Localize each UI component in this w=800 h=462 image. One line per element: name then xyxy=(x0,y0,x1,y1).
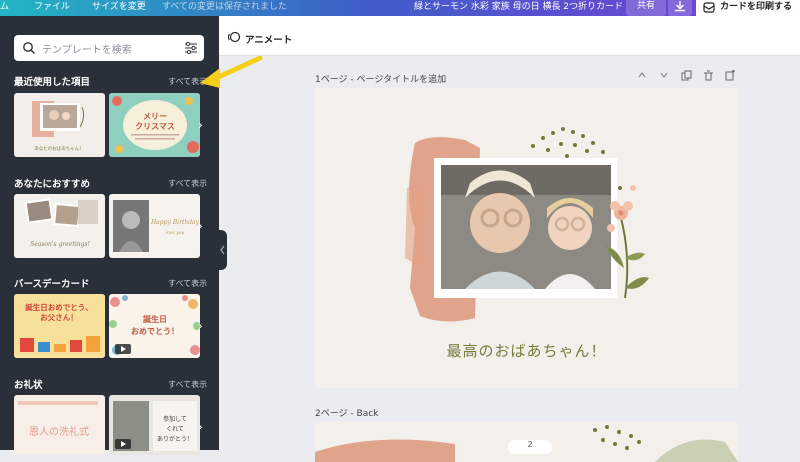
scroll-right-birthday[interactable]: › xyxy=(198,319,210,333)
move-down-icon[interactable] xyxy=(659,70,669,83)
svg-text:くれて: くれて xyxy=(166,426,184,433)
see-all-birthday-link[interactable]: すべて表示 xyxy=(168,278,207,289)
animate-label: アニメート xyxy=(245,35,293,46)
file-menu[interactable]: ファイル xyxy=(34,0,70,16)
svg-text:おめでとう！: おめでとう！ xyxy=(131,327,179,336)
template-preview: 参加して くれて ありがとう！ xyxy=(113,401,197,451)
template-thumb-rec-2[interactable]: Happy Birthday love you xyxy=(109,194,200,258)
see-all-thanks-link[interactable]: すべて表示 xyxy=(168,379,207,390)
page-indicator[interactable]: 2 xyxy=(508,440,552,454)
top-toolbar: ム ファイル サイズを変更 すべての変更は保存されました 緑とサーモン 水彩 家… xyxy=(0,0,800,19)
share-button[interactable]: 共有 xyxy=(626,0,666,16)
svg-text:ありがとう！: ありがとう！ xyxy=(157,435,193,443)
add-page-icon[interactable] xyxy=(725,69,736,84)
card-message[interactable]: 最高のおばあちゃん！ xyxy=(315,340,738,361)
section-title-recommended: あなたにおすすめ xyxy=(14,179,91,190)
scroll-right-recent[interactable]: › xyxy=(198,118,210,132)
document-title[interactable]: 緑とサーモン 水彩 家族 母の日 横長 2つ折りカード xyxy=(414,0,623,16)
thumb-text: Happy Birthday xyxy=(150,219,200,226)
template-thumb-recent-1[interactable]: あなたのおばあちゃん！ xyxy=(14,93,105,157)
section-title-thanks: お礼状 xyxy=(14,380,43,391)
animate-button[interactable]: アニメート xyxy=(227,31,293,46)
card-page-1[interactable]: 最高のおばあちゃん！ xyxy=(315,88,738,388)
resize-menu[interactable]: サイズを変更 xyxy=(92,0,146,16)
template-preview: Season's greetings! xyxy=(24,198,98,248)
print-card-label: カードを印刷する xyxy=(720,2,793,12)
thumb-text: 恩人の洗礼式 xyxy=(29,425,89,438)
template-thumb-bday-2[interactable]: 誕生日 おめでとう！ xyxy=(109,294,200,358)
search-placeholder: テンプレートを検索 xyxy=(42,45,132,56)
scroll-right-thanks[interactable]: › xyxy=(198,420,210,434)
chevron-left-icon xyxy=(220,245,225,255)
see-all-recommended-link[interactable]: すべて表示 xyxy=(168,178,207,189)
annotation-arrow xyxy=(200,55,263,88)
template-preview: Happy Birthday love you xyxy=(113,200,200,252)
thumb-text: Season's greetings! xyxy=(30,241,90,248)
save-status: すべての変更は保存されました xyxy=(162,2,288,12)
print-icon xyxy=(703,2,715,13)
svg-text:メリー: メリー xyxy=(143,112,167,121)
template-search-input[interactable]: テンプレートを検索 xyxy=(14,35,204,61)
template-sidebar: テンプレートを検索 最近使用した項目 すべて表示 あなたのおばあちゃん！ メリー xyxy=(0,16,219,455)
scroll-right-recommended[interactable]: › xyxy=(198,219,210,233)
download-icon xyxy=(675,1,685,12)
page2-title[interactable]: 2ページ - Back xyxy=(315,406,378,419)
svg-text:love you: love you xyxy=(166,230,185,236)
delete-page-icon[interactable] xyxy=(703,70,714,84)
search-icon xyxy=(23,42,35,54)
template-thumb-thanks-1[interactable]: 恩人の洗礼式 xyxy=(14,395,105,455)
template-thumb-thanks-2[interactable]: 参加して くれて ありがとう！ xyxy=(109,395,200,455)
canvas-toolbar: アニメート xyxy=(219,16,800,56)
svg-text:誕生日: 誕生日 xyxy=(143,314,167,324)
template-preview: あなたのおばあちゃん！ xyxy=(32,101,85,152)
svg-text:お父さん！: お父さん！ xyxy=(40,313,78,322)
thumb-text: あなたのおばあちゃん！ xyxy=(34,145,84,152)
template-thumb-bday-1[interactable]: 誕生日おめでとう、 お父さん！ xyxy=(14,294,105,358)
template-thumb-recent-2[interactable]: メリー クリスマス xyxy=(109,93,200,157)
collapse-sidebar-handle[interactable] xyxy=(219,230,227,270)
template-preview: 誕生日おめでとう、 お父さん！ xyxy=(14,294,105,358)
section-title-birthday: バースデーカード xyxy=(14,279,90,290)
home-menu[interactable]: ム xyxy=(0,0,9,16)
svg-text:誕生日おめでとう、: 誕生日おめでとう、 xyxy=(25,302,93,312)
duplicate-page-icon[interactable] xyxy=(681,70,692,84)
download-button[interactable] xyxy=(668,0,692,16)
animate-icon xyxy=(227,31,241,43)
svg-text:クリスマス: クリスマス xyxy=(135,121,175,131)
template-preview: 誕生日 おめでとう！ xyxy=(109,295,200,355)
page1-title[interactable]: 1ページ - ページタイトルを追加 xyxy=(315,72,446,85)
template-preview: 恩人の洗礼式 xyxy=(18,401,98,438)
svg-text:参加して: 参加して xyxy=(163,415,187,423)
template-preview: メリー クリスマス xyxy=(109,93,200,157)
section-title-recent: 最近使用した項目 xyxy=(14,77,91,88)
move-up-icon[interactable] xyxy=(637,70,647,83)
template-thumb-rec-1[interactable]: Season's greetings! xyxy=(14,194,105,258)
